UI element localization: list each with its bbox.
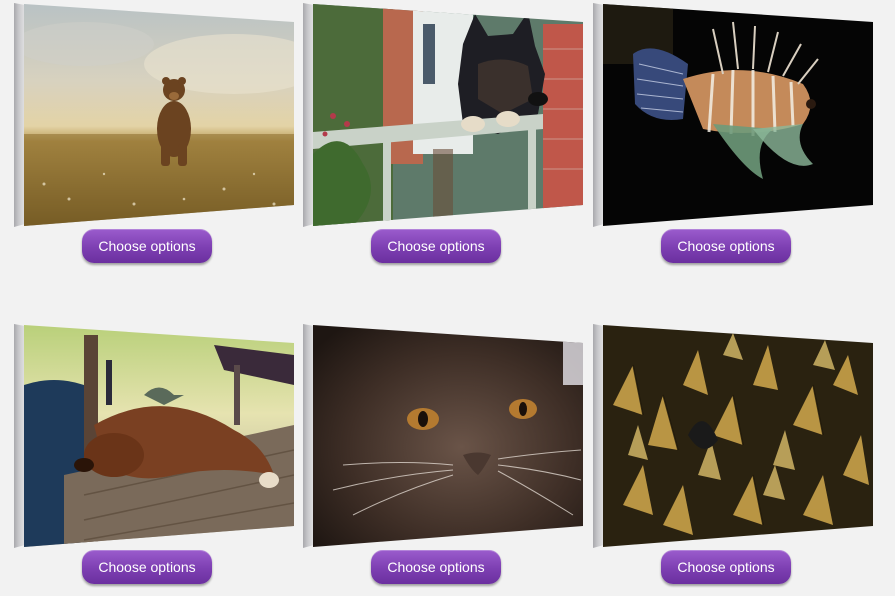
canvas-edge	[14, 3, 25, 227]
product-card: Choose options	[593, 3, 873, 263]
canvas-edge	[593, 324, 604, 548]
dog-at-gate-image[interactable]	[313, 4, 583, 226]
lionfish-image[interactable]	[603, 4, 873, 226]
canvas-edge	[303, 3, 314, 227]
canvas-print-image[interactable]	[14, 324, 294, 548]
product-grid: Choose options Choose options Choose opt…	[0, 0, 895, 596]
bear-image[interactable]	[24, 4, 294, 226]
canvas-edge	[593, 3, 604, 227]
choose-options-button[interactable]: Choose options	[82, 229, 212, 263]
canvas-print-image[interactable]	[14, 3, 294, 227]
product-card: Choose options	[14, 324, 294, 584]
choose-options-button[interactable]: Choose options	[82, 550, 212, 584]
product-card: Choose options	[14, 3, 294, 263]
choose-options-button[interactable]: Choose options	[661, 229, 791, 263]
choose-options-button[interactable]: Choose options	[371, 550, 501, 584]
butterflies-image[interactable]	[603, 325, 873, 547]
product-card: Choose options	[593, 324, 873, 584]
choose-options-button[interactable]: Choose options	[371, 229, 501, 263]
product-card: Choose options	[303, 324, 583, 584]
product-card: Choose options	[303, 3, 583, 263]
kitten-image[interactable]	[313, 325, 583, 547]
canvas-print-image[interactable]	[303, 324, 583, 548]
canvas-print-image[interactable]	[593, 3, 873, 227]
canvas-print-image[interactable]	[303, 3, 583, 227]
choose-options-button[interactable]: Choose options	[661, 550, 791, 584]
canvas-print-image[interactable]	[593, 324, 873, 548]
sleeping-dog-image[interactable]	[24, 325, 294, 547]
canvas-edge	[14, 324, 25, 548]
canvas-edge	[303, 324, 314, 548]
